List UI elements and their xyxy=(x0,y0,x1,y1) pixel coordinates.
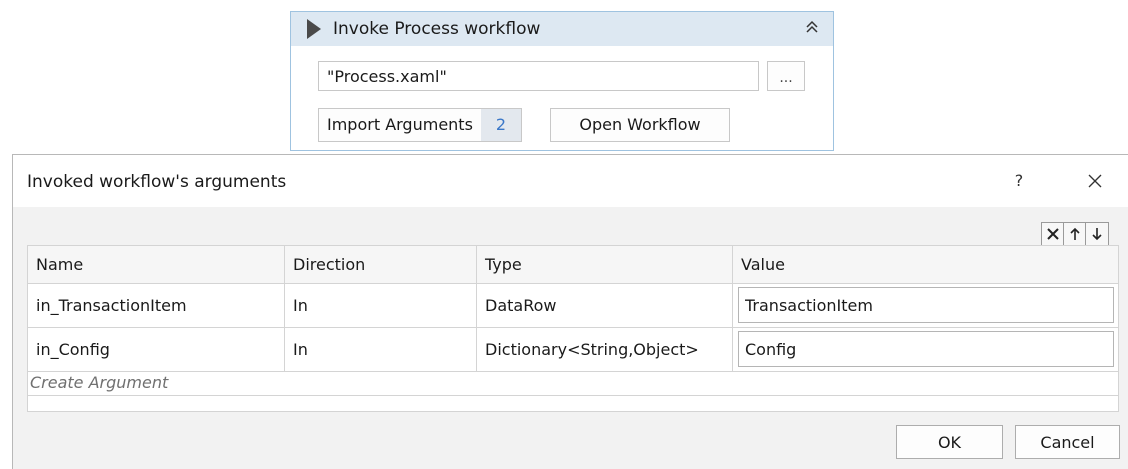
argument-direction-cell[interactable]: In xyxy=(285,327,477,371)
play-triangle-icon xyxy=(307,19,321,39)
argument-name-cell[interactable]: in_Config xyxy=(28,327,285,371)
activity-title: Invoke Process workflow xyxy=(333,19,541,39)
import-arguments-button[interactable]: Import Arguments xyxy=(319,109,481,141)
argument-count-badge: 2 xyxy=(480,109,521,141)
double-chevron-up-icon[interactable] xyxy=(801,18,823,40)
invoke-process-activity[interactable]: Invoke Process workflow ... Import Argum… xyxy=(290,11,834,151)
arrow-down-icon-graphic xyxy=(1092,228,1102,241)
argument-value-cell xyxy=(733,283,1118,327)
arrow-up-icon-graphic xyxy=(1069,227,1080,240)
table-row[interactable]: in_TransactionItem In DataRow xyxy=(28,283,1118,328)
open-workflow-button[interactable]: Open Workflow xyxy=(550,108,730,142)
double-chevron-up-icon-graphic xyxy=(806,20,818,33)
cancel-button[interactable]: Cancel xyxy=(1015,425,1120,459)
arrow-down-icon[interactable] xyxy=(1086,223,1108,245)
argument-value-cell xyxy=(733,327,1118,371)
column-header-type[interactable]: Type xyxy=(477,246,733,283)
argument-direction-cell[interactable]: In xyxy=(285,283,477,327)
delete-x-icon[interactable] xyxy=(1042,223,1064,245)
column-header-direction[interactable]: Direction xyxy=(285,246,477,283)
delete-x-icon-graphic xyxy=(1046,228,1059,240)
grid-header-row: Name Direction Type Value xyxy=(28,246,1118,284)
help-button[interactable]: ? xyxy=(1007,167,1031,195)
table-row[interactable]: in_Config In Dictionary<String,Object> xyxy=(28,327,1118,372)
arrow-up-icon[interactable] xyxy=(1064,223,1086,245)
column-header-value[interactable]: Value xyxy=(733,246,1118,283)
import-arguments-group: Import Arguments 2 xyxy=(318,108,522,142)
dialog-title: Invoked workflow's arguments xyxy=(27,172,287,192)
close-icon-graphic xyxy=(1088,174,1102,188)
close-icon[interactable] xyxy=(1081,167,1109,195)
argument-value-input[interactable] xyxy=(738,331,1114,367)
argument-name-cell[interactable]: in_TransactionItem xyxy=(28,283,285,327)
arguments-grid: Name Direction Type Value in_Transaction… xyxy=(27,245,1119,412)
column-header-name[interactable]: Name xyxy=(28,246,285,283)
browse-file-button[interactable]: ... xyxy=(767,61,805,91)
grid-toolbar xyxy=(1041,222,1109,246)
arguments-dialog: Invoked workflow's arguments ? Name Dire… xyxy=(12,154,1128,469)
activity-header: Invoke Process workflow xyxy=(291,12,833,46)
argument-type-cell[interactable]: Dictionary<String,Object> xyxy=(477,327,733,371)
create-argument-row[interactable]: Create Argument xyxy=(28,371,1118,396)
dialog-titlebar: Invoked workflow's arguments ? xyxy=(13,155,1128,207)
argument-type-cell[interactable]: DataRow xyxy=(477,283,733,327)
argument-value-input[interactable] xyxy=(738,287,1114,323)
ok-button[interactable]: OK xyxy=(896,425,1003,459)
workflow-file-path-input[interactable] xyxy=(318,61,759,91)
